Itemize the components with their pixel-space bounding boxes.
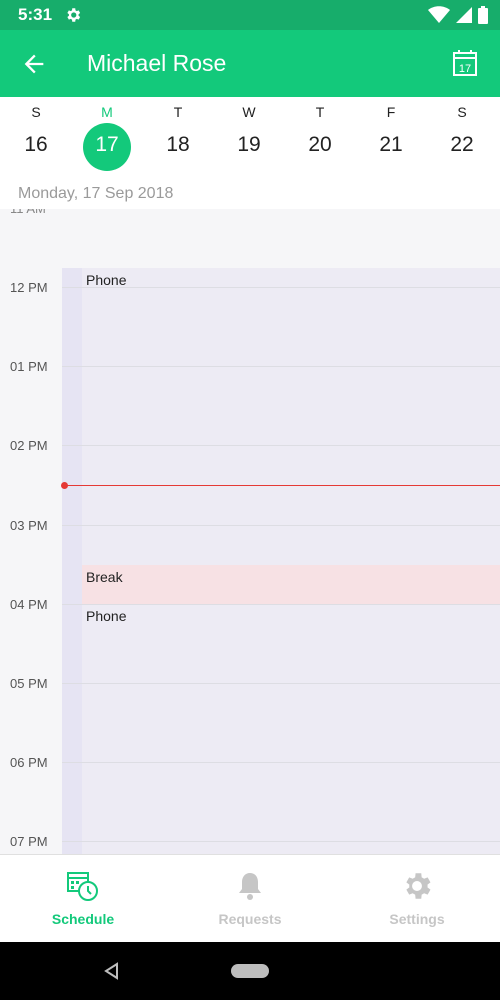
hour-label: 04 PM — [10, 597, 48, 612]
nav-settings-label: Settings — [389, 911, 445, 927]
app-bar: Michael Rose 17 — [0, 30, 500, 97]
day-tue-18[interactable]: T 18 — [148, 97, 208, 177]
calendar-icon: 17 — [453, 50, 477, 76]
current-time-line — [64, 485, 500, 486]
day-of-week: W — [242, 104, 256, 120]
status-time: 5:31 — [18, 5, 53, 24]
hour-line — [62, 445, 500, 446]
nav-requests[interactable]: Requests — [167, 855, 333, 943]
gear-icon — [406, 873, 431, 899]
page-title: Michael Rose — [87, 50, 227, 76]
nav-settings[interactable]: Settings — [334, 855, 500, 943]
day-number: 20 — [308, 133, 332, 156]
bottom-nav: Schedule Requests Settings — [0, 854, 500, 942]
wifi-icon — [428, 6, 450, 23]
hour-label: 01 PM — [10, 359, 48, 374]
signal-icon — [456, 7, 472, 23]
day-number: 21 — [379, 133, 403, 156]
day-thu-20[interactable]: T 20 — [290, 97, 350, 177]
day-number: 17 — [95, 133, 119, 156]
day-of-week: M — [101, 104, 113, 120]
hour-line — [62, 366, 500, 367]
day-of-week: S — [31, 104, 41, 120]
hour-label: 07 PM — [10, 834, 48, 849]
calendar-button[interactable]: 17 — [452, 49, 478, 77]
day-of-week: S — [457, 104, 467, 120]
day-wed-19[interactable]: W 19 — [219, 97, 279, 177]
day-number: 19 — [237, 133, 261, 156]
event-phone[interactable]: Phone — [82, 268, 500, 307]
day-sat-22[interactable]: S 22 — [432, 97, 492, 177]
current-time-dot — [61, 482, 68, 489]
system-icons — [428, 6, 488, 24]
hour-line — [62, 683, 500, 684]
event-phone[interactable]: Phone — [82, 604, 500, 643]
gear-icon — [67, 8, 81, 22]
battery-icon — [478, 6, 488, 24]
day-of-week: T — [173, 104, 183, 120]
home-pill[interactable] — [231, 964, 269, 978]
hour-label: 02 PM — [10, 438, 48, 453]
week-strip: S 16 M 17 T 18 W 19 T 20 F 21 S 22 — [0, 97, 500, 177]
hour-label: 12 PM — [10, 280, 48, 295]
hour-label: 03 PM — [10, 518, 48, 533]
shift-block — [82, 268, 500, 854]
nav-schedule-label: Schedule — [51, 911, 115, 927]
back-arrow-icon[interactable] — [20, 50, 48, 78]
day-sun-16[interactable]: S 16 — [6, 97, 66, 177]
selected-date-header: Monday, 17 Sep 2018 — [0, 177, 500, 209]
nav-requests-label: Requests — [218, 911, 282, 927]
day-of-week: F — [386, 104, 396, 120]
hour-label: 05 PM — [10, 676, 48, 691]
nav-schedule[interactable]: Schedule — [0, 855, 166, 943]
day-mon-17-selected[interactable]: M 17 — [77, 97, 137, 177]
day-number: 18 — [166, 133, 190, 156]
hour-label: 06 PM — [10, 755, 48, 770]
schedule-timeline[interactable]: 11 AM 12 PM 01 PM 02 PM 03 PM 04 PM 05 P… — [0, 209, 500, 854]
day-of-week: T — [315, 104, 325, 120]
schedule-icon — [67, 872, 98, 901]
day-number: 22 — [450, 133, 474, 156]
shift-bar — [62, 268, 82, 854]
hour-label-partial: 11 AM — [10, 209, 46, 216]
status-bar: 5:31 — [0, 0, 500, 30]
event-break[interactable]: Break — [82, 565, 500, 604]
bell-icon — [239, 873, 261, 900]
system-back-icon[interactable] — [103, 962, 119, 980]
day-number: 16 — [24, 133, 48, 156]
selected-date-label: Monday, 17 Sep 2018 — [18, 185, 174, 202]
system-nav-bar — [0, 942, 500, 1000]
hour-line — [62, 525, 500, 526]
hour-line — [62, 762, 500, 763]
day-fri-21[interactable]: F 21 — [361, 97, 421, 177]
calendar-icon-day: 17 — [459, 63, 471, 75]
hour-line — [62, 841, 500, 842]
